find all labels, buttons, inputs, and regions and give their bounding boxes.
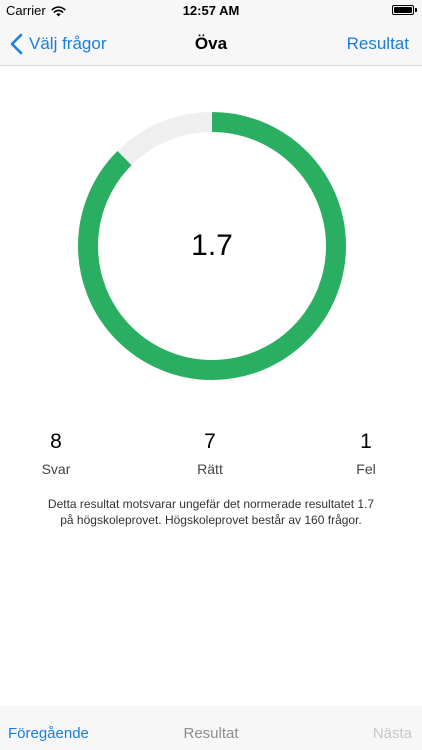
result-description: Detta resultat motsvarar ungefär det nor… xyxy=(47,497,375,527)
stat-answers: 8 Svar xyxy=(34,428,78,477)
wrong-count: 1 xyxy=(360,430,372,453)
correct-count: 7 xyxy=(204,430,216,453)
back-button-label: Välj frågor xyxy=(29,33,107,53)
score-value: 1.7 xyxy=(191,229,233,262)
wrong-label: Fel xyxy=(356,461,376,477)
status-bar: Carrier 12:57 AM xyxy=(0,0,422,22)
results-button[interactable]: Resultat xyxy=(347,22,409,65)
battery-icon xyxy=(392,5,414,15)
navigation-bar: Välj frågor Öva Resultat xyxy=(0,22,422,66)
bottom-toolbar: Föregående Resultat Nästa xyxy=(0,706,422,750)
back-button[interactable]: Välj frågor xyxy=(10,22,106,65)
answers-count: 8 xyxy=(50,430,62,453)
status-time: 12:57 AM xyxy=(182,3,240,18)
results-tab[interactable]: Resultat xyxy=(0,725,422,742)
answers-label: Svar xyxy=(41,461,71,477)
next-button: Nästa xyxy=(372,725,412,742)
chevron-left-icon xyxy=(10,33,23,54)
stat-wrong: 1 Fel xyxy=(344,428,388,477)
stat-correct: 7 Rätt xyxy=(180,428,240,477)
battery-tip xyxy=(415,8,417,12)
correct-label: Rätt xyxy=(197,461,223,477)
